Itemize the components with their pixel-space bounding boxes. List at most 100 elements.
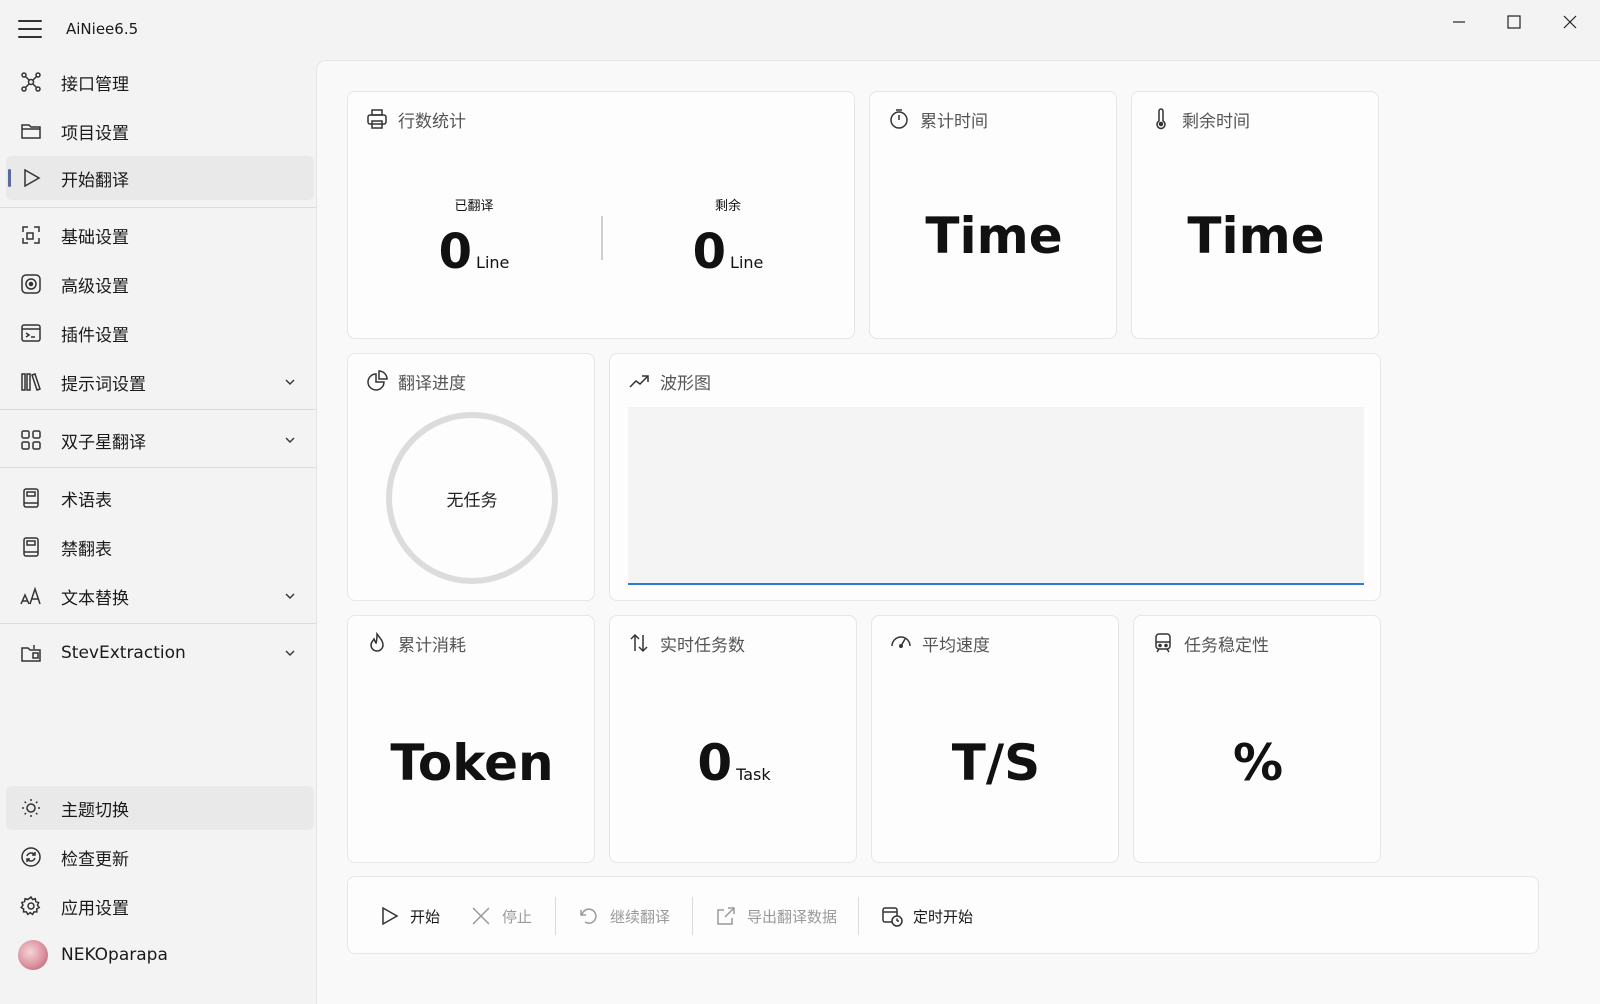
chevron-down-icon[interactable] [284,647,296,659]
sidebar-item-prompt-settings[interactable]: 提示词设置 [6,360,314,404]
sidebar-item-basic-settings[interactable]: 基础设置 [6,213,314,257]
gear-icon [20,895,42,917]
progress-ring: 无任务 [386,412,558,584]
user-name: NEKOparapa [61,945,168,965]
card-title: 翻译进度 [398,373,466,394]
sidebar-item-text-replace[interactable]: 文本替换 [6,574,314,618]
flame-icon [370,632,384,652]
export-data-button[interactable]: 导出翻译数据 [715,904,837,928]
sidebar-item-label: 基础设置 [61,227,129,248]
sidebar-item-project-settings[interactable]: 项目设置 [6,109,314,153]
start-button[interactable]: 开始 [378,904,440,928]
pie-chart-icon [367,370,388,391]
hamburger-menu-icon[interactable] [18,20,42,40]
card-title: 波形图 [660,373,711,394]
sidebar-item-user-profile[interactable]: NEKOparapa [6,933,314,977]
progress-card: 翻译进度 无任务 [347,353,595,601]
sidebar-item-theme-toggle[interactable]: 主题切换 [6,786,314,830]
minimize-icon [1453,21,1465,23]
sidebar-item-stev-extraction[interactable]: StevExtraction [6,631,314,675]
chevron-down-icon[interactable] [284,434,296,446]
sidebar-item-label: 提示词设置 [61,374,146,395]
sync-icon [20,846,42,868]
remaining-value: 0 Line [692,224,764,280]
sidebar-item-label: 高级设置 [61,276,129,297]
sidebar: 接口管理 项目设置 开始翻译 基础设置 高级设置 插件设置 提示词设置 双子星翻… [0,60,320,1004]
toolbar-separator [858,897,859,935]
card-title: 任务稳定性 [1184,635,1269,656]
sidebar-item-label: StevExtraction [61,643,186,663]
font-size-icon [20,585,42,607]
card-title: 累计时间 [920,111,988,132]
scheduled-start-button[interactable]: 定时开始 [881,904,973,928]
remaining-time-card: 剩余时间 Time [1131,91,1379,339]
sidebar-item-label: 插件设置 [61,325,129,346]
close-button[interactable] [1547,8,1593,36]
speed-value: T/S [951,734,1041,792]
speed-card: 平均速度 T/S [871,615,1119,863]
sidebar-item-label: 文本替换 [61,588,129,609]
waveform-chart-area [628,407,1364,585]
card-title: 平均速度 [922,635,990,656]
sidebar-divider [0,409,316,410]
card-title: 行数统计 [398,111,466,132]
waveform-card: 波形图 [609,353,1381,601]
sidebar-item-label: 主题切换 [61,800,129,821]
chevron-down-icon[interactable] [284,590,296,602]
sidebar-item-advanced-settings[interactable]: 高级设置 [6,262,314,306]
toolbar-separator [692,897,693,935]
maximize-button[interactable] [1491,8,1537,36]
extract-icon [20,642,42,664]
sidebar-item-label: 双子星翻译 [61,432,146,453]
sidebar-divider [0,207,316,208]
sidebar-item-plugin-settings[interactable]: 插件设置 [6,311,314,355]
console-icon [20,322,42,344]
gauge-icon [891,636,911,648]
command-bar: 开始 停止 继续翻译 导出翻译数据 定时开始 [347,876,1539,954]
sidebar-item-glossary[interactable]: 术语表 [6,476,314,520]
sidebar-item-label: 开始翻译 [61,170,129,191]
grid-icon [20,429,42,451]
train-icon [1155,633,1171,653]
translated-label: 已翻译 [454,199,494,214]
card-title: 累计消耗 [398,635,466,656]
card-header: 实时任务数 [628,632,745,656]
stability-card: 任务稳定性 % [1133,615,1381,863]
sidebar-item-start-translation[interactable]: 开始翻译 [6,156,314,200]
chevron-down-icon[interactable] [284,376,296,388]
app-title: AiNiee6.5 [66,20,139,38]
toolbar-separator [555,897,556,935]
stats-divider [601,216,603,260]
book-icon [20,487,42,509]
folder-icon [20,120,42,142]
frame-icon [20,224,42,246]
tokens-value: Token [390,734,554,792]
card-header: 波形图 [628,370,711,394]
tasks-card: 实时任务数 0 Task [609,615,857,863]
card-title: 剩余时间 [1182,111,1250,132]
card-header: 任务稳定性 [1152,632,1269,656]
sidebar-item-check-update[interactable]: 检查更新 [6,835,314,879]
minimize-button[interactable] [1436,8,1482,36]
library-icon [20,371,42,393]
sidebar-item-api-management[interactable]: 接口管理 [6,60,314,104]
sidebar-item-label: 应用设置 [61,898,129,919]
elapsed-time-value: Time [925,207,1063,265]
card-header: 累计时间 [888,108,988,132]
card-title: 实时任务数 [660,635,745,656]
stop-button[interactable]: 停止 [470,904,532,928]
line-stats-card: 行数统计 已翻译 0 Line 剩余 0 Line [347,91,855,339]
continue-translation-button[interactable]: 继续翻译 [578,904,670,928]
remaining-label: 剩余 [714,199,741,214]
sidebar-item-no-translate-list[interactable]: 禁翻表 [6,525,314,569]
play-icon [20,167,42,189]
trending-up-icon [629,375,649,388]
translated-value: 0 Line [438,224,510,280]
elapsed-time-card: 累计时间 Time [869,91,1117,339]
rotate-icon [580,908,597,924]
sidebar-item-label: 禁翻表 [61,539,112,560]
sidebar-item-gemini-translation[interactable]: 双子星翻译 [6,418,314,462]
sidebar-item-app-settings[interactable]: 应用设置 [6,884,314,928]
calendar-clock-icon [882,907,903,927]
card-header: 翻译进度 [366,370,466,394]
